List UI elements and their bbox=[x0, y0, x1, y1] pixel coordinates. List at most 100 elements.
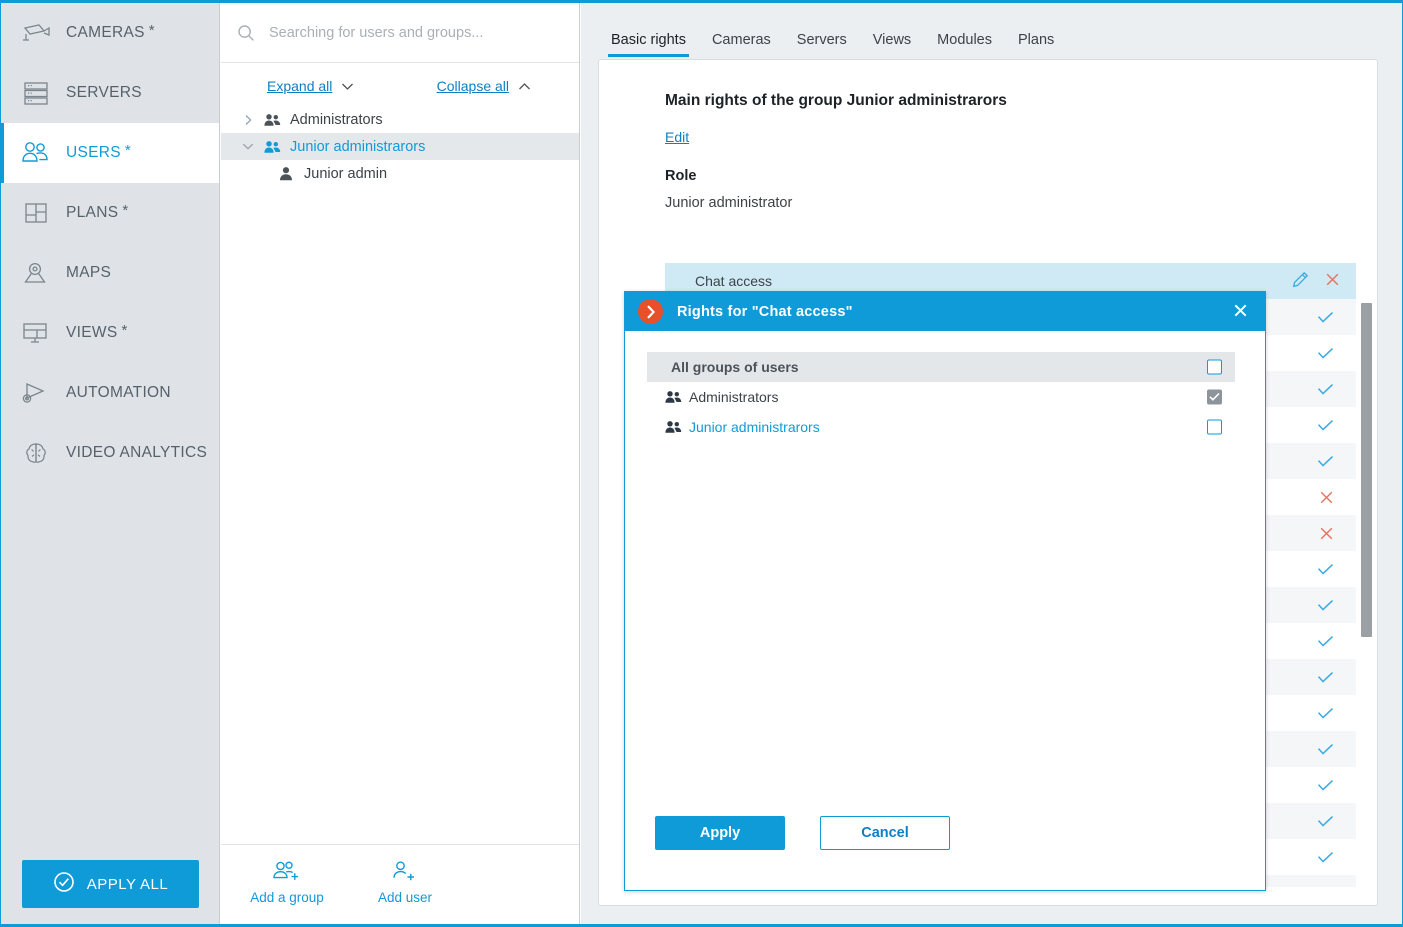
brain-icon bbox=[19, 436, 53, 470]
chevron-up-icon bbox=[518, 82, 531, 91]
views-grid-icon bbox=[19, 316, 53, 350]
role-value: Junior administrator bbox=[665, 195, 793, 211]
check-icon bbox=[1317, 731, 1334, 767]
search-bar bbox=[221, 3, 579, 63]
tree-node-junior-administrarors[interactable]: Junior administrarors bbox=[221, 133, 579, 160]
dialog-header: Rights for "Chat access" bbox=[625, 292, 1265, 331]
group-icon bbox=[261, 113, 283, 127]
check-icon bbox=[1317, 335, 1334, 371]
rights-row-actions bbox=[1292, 263, 1348, 299]
scrollbar-thumb[interactable] bbox=[1361, 303, 1372, 637]
dialog-footer: Apply Cancel bbox=[625, 804, 1265, 890]
tree-node-administrators[interactable]: Administrators bbox=[221, 106, 579, 133]
sidebar-item-video-analytics[interactable]: VIDEO ANALYTICS bbox=[1, 423, 219, 483]
collapse-all-button[interactable]: Collapse all bbox=[437, 78, 531, 94]
check-icon bbox=[1317, 623, 1334, 659]
tree: Administrators Junior administrarors Jun… bbox=[221, 106, 579, 187]
apply-button[interactable]: Apply bbox=[655, 816, 785, 850]
group-row-label: Junior administrarors bbox=[689, 419, 820, 435]
chevron-right-circle-icon bbox=[638, 299, 663, 324]
sidebar: CAMERAS * SERVERS USERS * PLANS * MAPS V… bbox=[1, 3, 220, 924]
cross-icon[interactable] bbox=[1325, 272, 1340, 290]
sidebar-item-plans[interactable]: PLANS * bbox=[1, 183, 219, 243]
check-icon bbox=[1317, 695, 1334, 731]
all-groups-label: All groups of users bbox=[671, 359, 799, 375]
tree-footer: Add a group Add user bbox=[221, 844, 579, 924]
tree-node-junior-admin[interactable]: Junior admin bbox=[221, 160, 579, 187]
rights-list-scrollbar[interactable] bbox=[1361, 303, 1372, 637]
group-icon bbox=[665, 420, 689, 434]
tab-basic-rights[interactable]: Basic rights bbox=[598, 32, 699, 57]
group-checkbox-administrators[interactable] bbox=[1207, 389, 1222, 405]
tree-node-label: Administrators bbox=[290, 111, 383, 128]
user-icon bbox=[275, 166, 297, 181]
group-icon bbox=[261, 140, 283, 154]
sidebar-item-automation[interactable]: AUTOMATION bbox=[1, 363, 219, 423]
chevron-right-icon[interactable] bbox=[235, 114, 261, 126]
add-user-label: Add user bbox=[377, 890, 433, 905]
add-group-button[interactable]: Add a group bbox=[243, 857, 331, 924]
sidebar-item-label: VIDEO ANALYTICS bbox=[66, 444, 208, 461]
tab-cameras[interactable]: Cameras bbox=[699, 32, 784, 57]
check-icon bbox=[1317, 371, 1334, 407]
tab-plans[interactable]: Plans bbox=[1005, 32, 1067, 57]
check-icon bbox=[1317, 551, 1334, 587]
group-row-label: Administrators bbox=[689, 389, 779, 405]
sidebar-item-label: MAPS bbox=[66, 264, 112, 281]
edit-link[interactable]: Edit bbox=[599, 129, 689, 145]
search-icon bbox=[237, 24, 259, 42]
plans-icon bbox=[19, 196, 53, 230]
cross-icon bbox=[1319, 875, 1334, 887]
add-user-icon bbox=[391, 857, 419, 887]
sidebar-item-views[interactable]: VIEWS * bbox=[1, 303, 219, 363]
group-row-junior-administrarors[interactable]: Junior administrarors bbox=[647, 412, 1235, 442]
expand-all-button[interactable]: Expand all bbox=[267, 78, 354, 94]
check-icon bbox=[1317, 767, 1334, 803]
chevron-down-icon[interactable] bbox=[235, 142, 261, 151]
server-icon bbox=[19, 76, 53, 110]
group-checkbox-junior-administrarors[interactable] bbox=[1207, 419, 1222, 435]
sidebar-item-label: AUTOMATION bbox=[66, 384, 171, 401]
chevron-down-icon bbox=[341, 82, 354, 91]
expand-all-label: Expand all bbox=[267, 78, 333, 94]
check-icon bbox=[1317, 443, 1334, 479]
add-user-button[interactable]: Add user bbox=[361, 857, 449, 924]
apply-all-label: APPLY ALL bbox=[86, 875, 169, 893]
apply-all-button[interactable]: APPLY ALL bbox=[22, 860, 199, 908]
sidebar-item-label: USERS bbox=[66, 144, 121, 161]
role-label: Role bbox=[665, 168, 697, 184]
all-groups-header-row[interactable]: All groups of users bbox=[647, 352, 1235, 382]
add-group-icon bbox=[272, 857, 302, 887]
automation-icon bbox=[19, 376, 53, 410]
tree-panel: Expand all Collapse all bbox=[221, 3, 580, 924]
modified-marker: * bbox=[122, 201, 129, 219]
sidebar-item-label: CAMERAS bbox=[66, 24, 145, 41]
sidebar-item-cameras[interactable]: CAMERAS * bbox=[1, 3, 219, 63]
tab-bar: Basic rights Cameras Servers Views Modul… bbox=[581, 3, 1402, 57]
app-window: CAMERAS * SERVERS USERS * PLANS * MAPS V… bbox=[0, 0, 1403, 927]
tab-modules[interactable]: Modules bbox=[924, 32, 1005, 57]
tree-node-label: Junior administrarors bbox=[290, 138, 426, 155]
all-groups-checkbox[interactable] bbox=[1207, 359, 1222, 375]
cross-icon bbox=[1319, 479, 1334, 515]
modified-marker: * bbox=[148, 21, 155, 39]
sidebar-item-maps[interactable]: MAPS bbox=[1, 243, 219, 303]
camera-icon bbox=[19, 16, 53, 50]
group-row-administrators[interactable]: Administrators bbox=[647, 382, 1235, 412]
check-icon bbox=[1317, 407, 1334, 443]
close-icon[interactable] bbox=[1229, 301, 1252, 323]
sidebar-item-servers[interactable]: SERVERS bbox=[1, 63, 219, 123]
cancel-button[interactable]: Cancel bbox=[820, 816, 950, 850]
tab-servers[interactable]: Servers bbox=[784, 32, 860, 57]
cross-icon bbox=[1319, 515, 1334, 551]
collapse-all-label: Collapse all bbox=[436, 78, 509, 94]
apply-all-container: APPLY ALL bbox=[1, 844, 220, 924]
sidebar-item-label: VIEWS bbox=[66, 324, 118, 341]
page-title: Main rights of the group Junior administ… bbox=[665, 92, 1007, 109]
pencil-icon[interactable] bbox=[1292, 271, 1309, 291]
tab-views[interactable]: Views bbox=[860, 32, 924, 57]
add-group-label: Add a group bbox=[250, 890, 324, 905]
sidebar-item-users[interactable]: USERS * bbox=[1, 123, 219, 183]
search-input[interactable] bbox=[267, 23, 563, 42]
sidebar-item-label: PLANS bbox=[66, 204, 119, 221]
